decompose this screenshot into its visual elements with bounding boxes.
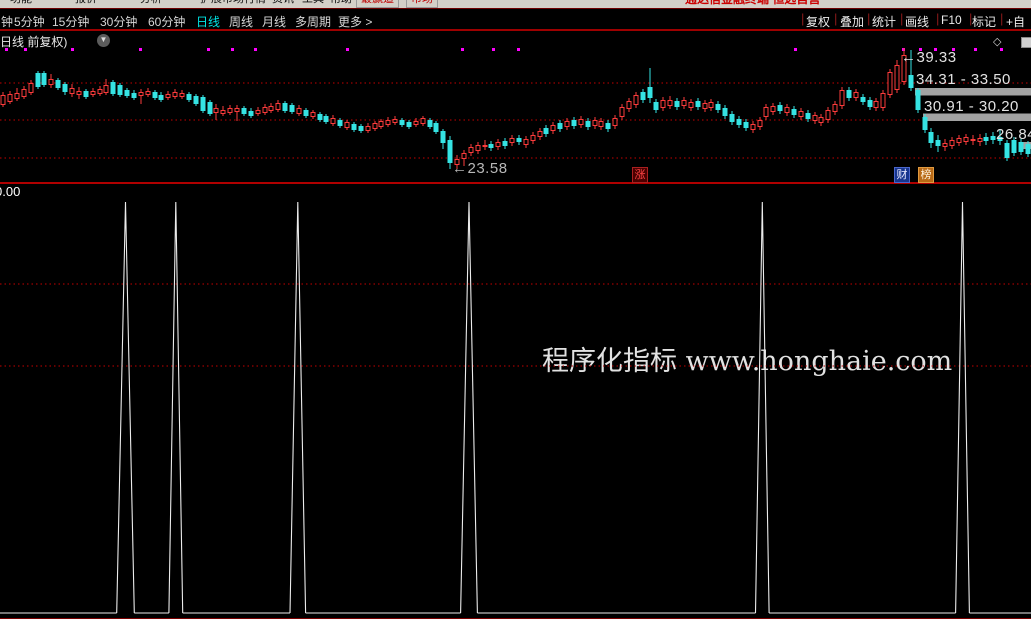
badge-榜[interactable]: 榜 bbox=[918, 167, 934, 183]
low-price-label: ←23.58 bbox=[452, 160, 508, 177]
menu-item-功能[interactable]: 功能 bbox=[10, 0, 32, 6]
diamond-icon[interactable]: ◇ bbox=[993, 35, 1001, 48]
period-tab-日线[interactable]: 日线 bbox=[196, 13, 220, 30]
menu-bar: 通达信金融终端 恒远自营 功能 报价 分析 扩展市场行情资讯 工具帮助最赢道市场 bbox=[0, 0, 1031, 8]
menu-item-报价[interactable]: 报价 bbox=[75, 0, 97, 6]
action-button-标记[interactable]: 标记 bbox=[972, 13, 996, 30]
price-label: 30.91 - 30.20 bbox=[924, 98, 1019, 115]
menu-item-帮助[interactable]: 帮助 bbox=[330, 0, 352, 6]
badge-财[interactable]: 财 bbox=[894, 167, 910, 183]
indicator-value-label: 0.00 bbox=[0, 184, 20, 199]
indicator-panel[interactable] bbox=[0, 183, 1031, 619]
toolbar-separator: | bbox=[900, 11, 903, 26]
period-tab-60分钟[interactable]: 60分钟 bbox=[148, 13, 185, 30]
toolbar-separator: | bbox=[936, 11, 939, 26]
menu-items-row: 通达信金融终端 恒远自营 功能 报价 分析 扩展市场行情资讯 工具帮助最赢道市场 bbox=[0, 0, 1031, 8]
trading-app-window: 通达信金融终端 恒远自营 功能 报价 分析 扩展市场行情资讯 工具帮助最赢道市场 钟5分… bbox=[0, 0, 1031, 619]
period-tab-多周期[interactable]: 多周期 bbox=[295, 13, 331, 30]
period-tab-5分钟[interactable]: 5分钟 bbox=[14, 13, 45, 30]
toolbar-separator: | bbox=[801, 11, 804, 26]
broker-brand-text: 通达信金融终端 恒远自营 bbox=[685, 0, 820, 7]
period-tab-更多 >[interactable]: 更多 > bbox=[338, 13, 372, 30]
price-label: 34.31 - 33.50 bbox=[916, 71, 1011, 88]
period-tab-月线[interactable]: 月线 bbox=[262, 13, 286, 30]
menu-item-工具[interactable]: 工具 bbox=[302, 0, 324, 6]
toolbar-separator: | bbox=[1000, 11, 1003, 26]
chart-title: 日线 前复权) bbox=[0, 33, 67, 50]
period-tab-周线[interactable]: 周线 bbox=[229, 13, 253, 30]
watermark-text: 程序化指标 www.honghaie.com bbox=[542, 339, 952, 378]
toolbar-separator: | bbox=[834, 11, 837, 26]
menu-item-资讯[interactable]: 资讯 bbox=[272, 0, 294, 6]
action-button-复权[interactable]: 复权 bbox=[806, 13, 830, 30]
action-button-统计[interactable]: 统计 bbox=[872, 13, 896, 30]
menu-item-分析[interactable]: 分析 bbox=[140, 0, 162, 6]
menu-item-扩展市场行情[interactable]: 扩展市场行情 bbox=[200, 0, 266, 6]
corner-square-icon[interactable] bbox=[1021, 37, 1031, 48]
menu-item-市场[interactable]: 市场 bbox=[406, 0, 438, 8]
badge-涨[interactable]: 涨 bbox=[632, 167, 648, 183]
period-tab-30分钟[interactable]: 30分钟 bbox=[100, 13, 137, 30]
action-button-叠加[interactable]: 叠加 bbox=[840, 13, 864, 30]
action-button-F10[interactable]: F10 bbox=[941, 13, 962, 27]
period-tab-15分钟[interactable]: 15分钟 bbox=[52, 13, 89, 30]
action-button-画线[interactable]: 画线 bbox=[905, 13, 929, 30]
candlestick-chart[interactable] bbox=[0, 31, 1031, 184]
chevron-down-icon[interactable]: ▼ bbox=[97, 34, 110, 47]
menu-item-最赢道[interactable]: 最赢道 bbox=[356, 0, 399, 8]
price-label: 26.84 bbox=[996, 126, 1031, 143]
period-toolbar: 钟5分钟15分钟30分钟60分钟日线周线月线多周期更多 >|||||||复权叠加… bbox=[0, 8, 1031, 31]
period-tab-钟[interactable]: 钟 bbox=[1, 13, 13, 30]
action-button-+自[interactable]: +自 bbox=[1006, 13, 1025, 30]
toolbar-separator: | bbox=[867, 11, 870, 26]
price-label: ←39.33 bbox=[901, 49, 957, 66]
